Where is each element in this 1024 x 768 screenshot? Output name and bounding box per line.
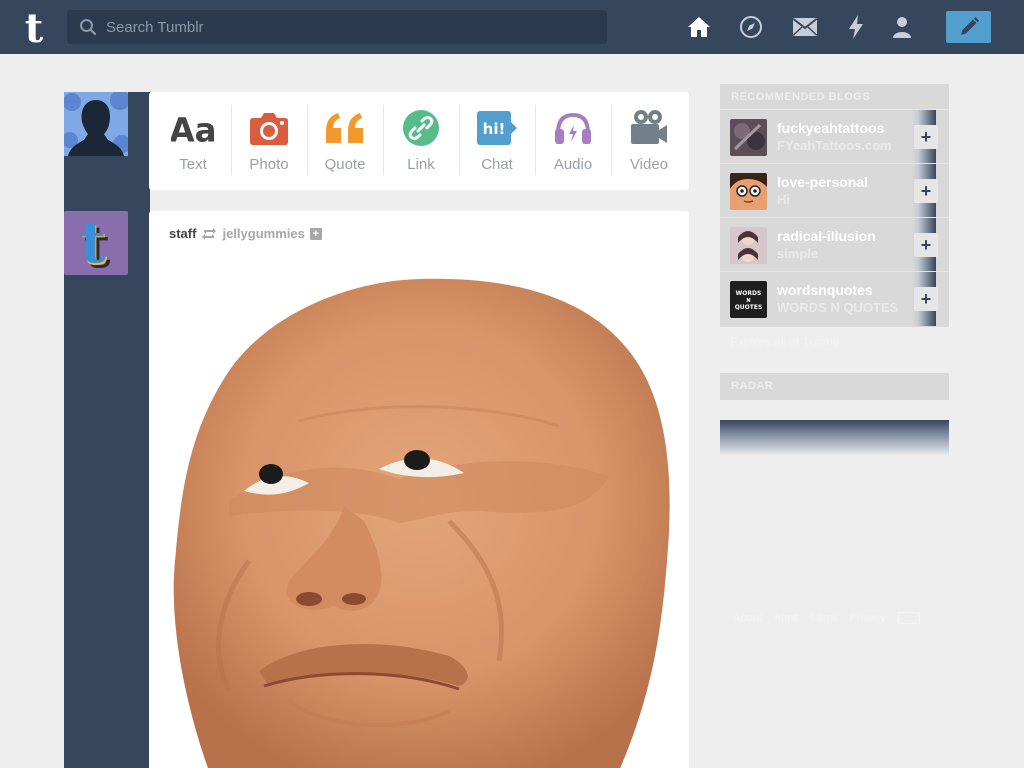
follow-blog-button[interactable]: + (914, 179, 938, 203)
dashboard-rail (64, 92, 150, 768)
svg-text:hi!: hi! (483, 120, 506, 138)
text-icon: Aa (171, 108, 215, 148)
explore-icon[interactable] (738, 14, 764, 40)
svg-text:t: t (25, 6, 44, 48)
footer-link-apps[interactable]: Apps (774, 612, 799, 624)
search-bar[interactable] (67, 10, 607, 44)
compose-button[interactable] (946, 11, 991, 43)
follow-blog-button[interactable]: + (914, 233, 938, 257)
headphones-icon (551, 108, 595, 148)
quote-icon (323, 108, 367, 148)
post-type-selector: Aa Text Photo Quote Link hi! Chat Audio (149, 92, 689, 190)
sidebar-footer: About Apps Legal Privacy (733, 612, 920, 624)
radar-header: RADAR (720, 373, 949, 400)
messages-icon[interactable] (792, 14, 818, 40)
dashboard-post: staff jellygummies + (149, 211, 689, 768)
home-icon[interactable] (686, 14, 712, 40)
post-type-text[interactable]: Aa Text (155, 92, 231, 190)
recommended-blog[interactable]: fuckyeahtattoos FYeahTattoos.com + (720, 110, 949, 164)
blog-avatar (730, 119, 767, 156)
blog-avatar: WORDS N QUOTES (730, 281, 767, 318)
svg-text:t: t (80, 211, 106, 275)
svg-text:Aa: Aa (171, 111, 215, 148)
chat-icon: hi! (475, 108, 519, 148)
blog-name[interactable]: love-personal (777, 174, 868, 190)
post-type-video[interactable]: Video (611, 92, 687, 190)
explore-all-link[interactable]: Explore all of Tumblr (730, 335, 839, 349)
radar-post[interactable] (720, 420, 949, 456)
search-icon (80, 19, 97, 36)
recommended-blog[interactable]: radical-illusion simple + (720, 218, 949, 272)
post-type-chat[interactable]: hi! Chat (459, 92, 535, 190)
account-icon[interactable] (889, 14, 915, 40)
my-avatar[interactable] (64, 92, 128, 156)
blog-name[interactable]: radical-illusion (777, 228, 876, 244)
recommended-blog[interactable]: WORDS N QUOTES wordsnquotes WORDS N QUOTES… (720, 272, 949, 326)
post-author-link[interactable]: staff (169, 226, 196, 241)
blog-description: WORDS N QUOTES (777, 300, 899, 315)
recommended-blogs: RECOMMENDED BLOGS fuckyeahtattoos FYeahT… (720, 84, 949, 327)
recommended-blogs-title: RECOMMENDED BLOGS (720, 84, 949, 110)
post-type-quote[interactable]: Quote (307, 92, 383, 190)
reblog-icon (202, 227, 217, 240)
blog-description: Hi (777, 192, 790, 207)
blog-avatar (730, 173, 767, 210)
post-photo[interactable] (149, 261, 689, 768)
svg-text:QUOTES: QUOTES (735, 304, 763, 311)
search-input[interactable] (106, 18, 586, 36)
staff-avatar[interactable]: t t t (64, 211, 128, 275)
pencil-icon (960, 17, 979, 35)
blog-name[interactable]: wordsnquotes (777, 282, 873, 298)
tumblr-logo-icon[interactable]: t (14, 6, 54, 48)
post-type-photo[interactable]: Photo (231, 92, 307, 190)
activity-icon[interactable] (843, 14, 869, 40)
link-icon (399, 108, 443, 148)
blog-avatar (730, 227, 767, 264)
recommended-blog[interactable]: love-personal Hi + (720, 164, 949, 218)
footer-link-about[interactable]: About (733, 612, 762, 624)
video-camera-icon (627, 108, 671, 148)
post-type-audio[interactable]: Audio (535, 92, 611, 190)
radar-title: RADAR (731, 380, 774, 392)
keyboard-shortcuts-icon[interactable] (897, 612, 920, 624)
svg-text:WORDS: WORDS (736, 290, 762, 297)
top-nav-bar: t (0, 0, 1024, 54)
follow-source-button[interactable]: + (309, 227, 322, 240)
follow-blog-button[interactable]: + (914, 287, 938, 311)
post-header: staff jellygummies + (169, 226, 322, 241)
camera-icon (247, 108, 291, 148)
reblog-source-link[interactable]: jellygummies (222, 226, 304, 241)
follow-blog-button[interactable]: + (914, 125, 938, 149)
blog-description: FYeahTattoos.com (777, 138, 892, 153)
post-type-link[interactable]: Link (383, 92, 459, 190)
footer-link-privacy[interactable]: Privacy (850, 612, 886, 624)
blog-name[interactable]: fuckyeahtattoos (777, 120, 884, 136)
blog-description: simple (777, 246, 819, 261)
footer-link-legal[interactable]: Legal (811, 612, 838, 624)
